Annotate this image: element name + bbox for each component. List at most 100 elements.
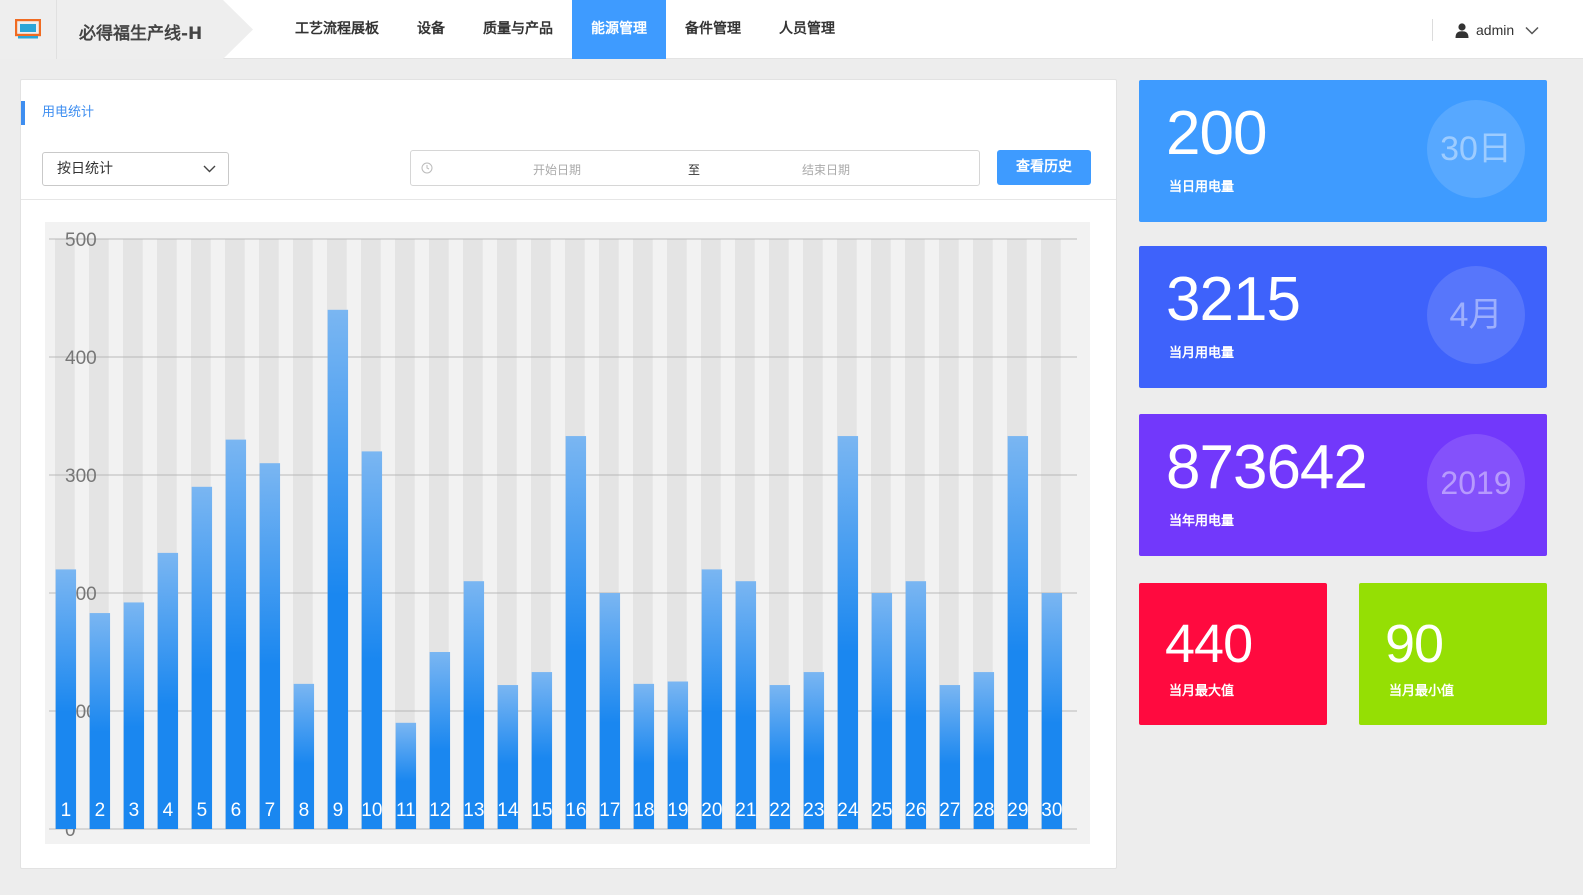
x-tick-label: 11: [396, 800, 416, 821]
main-nav: 工艺流程展板 设备 质量与产品 能源管理 备件管理 人员管理: [276, 0, 854, 59]
nav-item-spare-parts[interactable]: 备件管理: [666, 0, 760, 59]
user-divider: [1432, 19, 1433, 41]
monthly-max-card: 440 当月最大值: [1139, 583, 1327, 725]
bar-day-29[interactable]: [1007, 436, 1029, 829]
monthly-min-card: 90 当月最小值: [1359, 583, 1547, 725]
power-stats-panel: 用电统计 按日统计 开始日期 至 结束日期 查看历史 0 100 200 300 400…: [20, 79, 1117, 869]
brand: 必得福生产线-H: [57, 0, 253, 59]
yearly-usage-value: 873642: [1166, 433, 1368, 502]
x-tick-label: 29: [1007, 800, 1028, 821]
x-tick-label: 20: [701, 800, 722, 821]
x-tick-label: 28: [973, 800, 994, 821]
x-tick-label: 14: [497, 800, 519, 821]
x-tick-label: 23: [803, 800, 824, 821]
monthly-max-label: 当月最大值: [1169, 684, 1235, 699]
bar-day-16[interactable]: [565, 436, 587, 829]
bar-day-2[interactable]: [89, 613, 111, 829]
monthly-usage-card: 3215 当月用电量 4月: [1139, 246, 1547, 388]
y-tick-label: 300: [65, 466, 97, 487]
y-tick-label: 500: [65, 230, 97, 251]
x-tick-label: 12: [429, 800, 450, 821]
daily-usage-badge: 30日: [1427, 100, 1525, 198]
daily-usage-value: 200: [1166, 99, 1267, 168]
nav-item-personnel[interactable]: 人员管理: [760, 0, 854, 59]
x-tick-label: 4: [163, 800, 174, 821]
daily-usage-card: 200 当日用电量 30日: [1139, 80, 1547, 222]
bar-day-1[interactable]: [55, 569, 77, 829]
date-range-separator: 至: [688, 163, 701, 177]
bar-day-24[interactable]: [837, 436, 859, 829]
x-tick-label: 10: [361, 800, 382, 821]
bar-day-10[interactable]: [361, 451, 383, 829]
start-date-input[interactable]: 开始日期: [533, 161, 581, 178]
monthly-min-value: 90: [1385, 614, 1444, 674]
yearly-usage-badge: 2019: [1427, 434, 1525, 532]
nav-item-quality[interactable]: 质量与产品: [464, 0, 572, 59]
x-tick-label: 26: [905, 800, 926, 821]
x-tick-label: 22: [769, 800, 790, 821]
bar-day-3[interactable]: [123, 602, 145, 829]
daily-usage-label: 当日用电量: [1169, 180, 1235, 195]
daily-power-chart: 0 100 200 300 400 500 1 2 3 4 5 6 7 8 9 10 11 12 13 14 15 16 1…: [45, 222, 1090, 844]
x-tick-label: 2: [95, 800, 106, 821]
bar-day-4[interactable]: [157, 552, 179, 829]
nav-item-equipment[interactable]: 设备: [398, 0, 464, 59]
x-tick-label: 3: [129, 800, 140, 821]
clock-icon: [421, 162, 433, 174]
app-logo[interactable]: [0, 0, 57, 59]
x-tick-label: 7: [265, 800, 276, 821]
top-navbar: 必得福生产线-H 工艺流程展板 设备 质量与产品 能源管理 备件管理 人员管理 …: [0, 0, 1583, 59]
bar-day-20[interactable]: [701, 569, 723, 829]
monthly-min-label: 当月最小值: [1389, 684, 1455, 699]
user-name: admin: [1476, 22, 1515, 38]
x-tick-label: 6: [231, 800, 242, 821]
nav-item-process-board[interactable]: 工艺流程展板: [276, 0, 398, 59]
bar-day-9[interactable]: [327, 309, 349, 829]
monthly-usage-label: 当月用电量: [1169, 346, 1235, 361]
monthly-usage-value: 3215: [1166, 265, 1301, 334]
bar-day-17[interactable]: [599, 593, 621, 829]
yearly-usage-label: 当年用电量: [1169, 514, 1235, 529]
y-tick-label: 400: [65, 348, 97, 369]
x-tick-label: 1: [61, 800, 72, 821]
x-tick-label: 25: [871, 800, 892, 821]
bar-day-26[interactable]: [905, 581, 927, 829]
stat-mode-value: 按日统计: [57, 161, 113, 177]
panel-divider: [21, 199, 1116, 200]
x-tick-label: 21: [735, 800, 756, 821]
x-tick-label: 27: [939, 800, 960, 821]
x-tick-label: 18: [633, 800, 654, 821]
panel-title: 用电统计: [21, 101, 94, 125]
stat-mode-select[interactable]: 按日统计: [42, 152, 229, 186]
user-menu[interactable]: admin: [1455, 18, 1539, 42]
bar-chart-svg: 01002003004005001 2 3 4 5 6 7 8 9 10 11 12 13 14 15 16 1…: [45, 222, 1090, 844]
bar-day-25[interactable]: [871, 593, 893, 829]
bar-day-30[interactable]: [1041, 593, 1063, 829]
nav-item-energy[interactable]: 能源管理: [572, 0, 666, 59]
end-date-input[interactable]: 结束日期: [802, 161, 850, 178]
yearly-usage-card: 873642 当年用电量 2019: [1139, 414, 1547, 556]
chevron-down-icon: [1525, 26, 1539, 35]
brand-title: 必得福生产线-H: [79, 24, 203, 44]
view-history-button[interactable]: 查看历史: [997, 150, 1091, 185]
bar-day-13[interactable]: [463, 581, 485, 829]
x-tick-label: 8: [299, 800, 310, 821]
x-tick-label: 5: [197, 800, 208, 821]
chevron-down-icon: [203, 165, 216, 173]
bar-day-7[interactable]: [259, 463, 281, 829]
x-tick-label: 24: [837, 800, 859, 821]
x-tick-label: 9: [333, 800, 344, 821]
monthly-usage-badge: 4月: [1427, 266, 1525, 364]
x-tick-label: 15: [531, 800, 552, 821]
x-tick-label: 19: [667, 800, 688, 821]
bar-day-6[interactable]: [225, 439, 247, 829]
logo-icon: [15, 19, 41, 39]
x-tick-label: 17: [599, 800, 620, 821]
bar-day-21[interactable]: [735, 581, 757, 829]
x-tick-label: 30: [1041, 800, 1062, 821]
monthly-max-value: 440: [1165, 614, 1253, 674]
x-tick-label: 16: [565, 800, 586, 821]
date-range-picker[interactable]: 开始日期 至 结束日期: [410, 150, 980, 186]
bar-day-5[interactable]: [191, 486, 213, 829]
user-icon: [1455, 22, 1469, 38]
